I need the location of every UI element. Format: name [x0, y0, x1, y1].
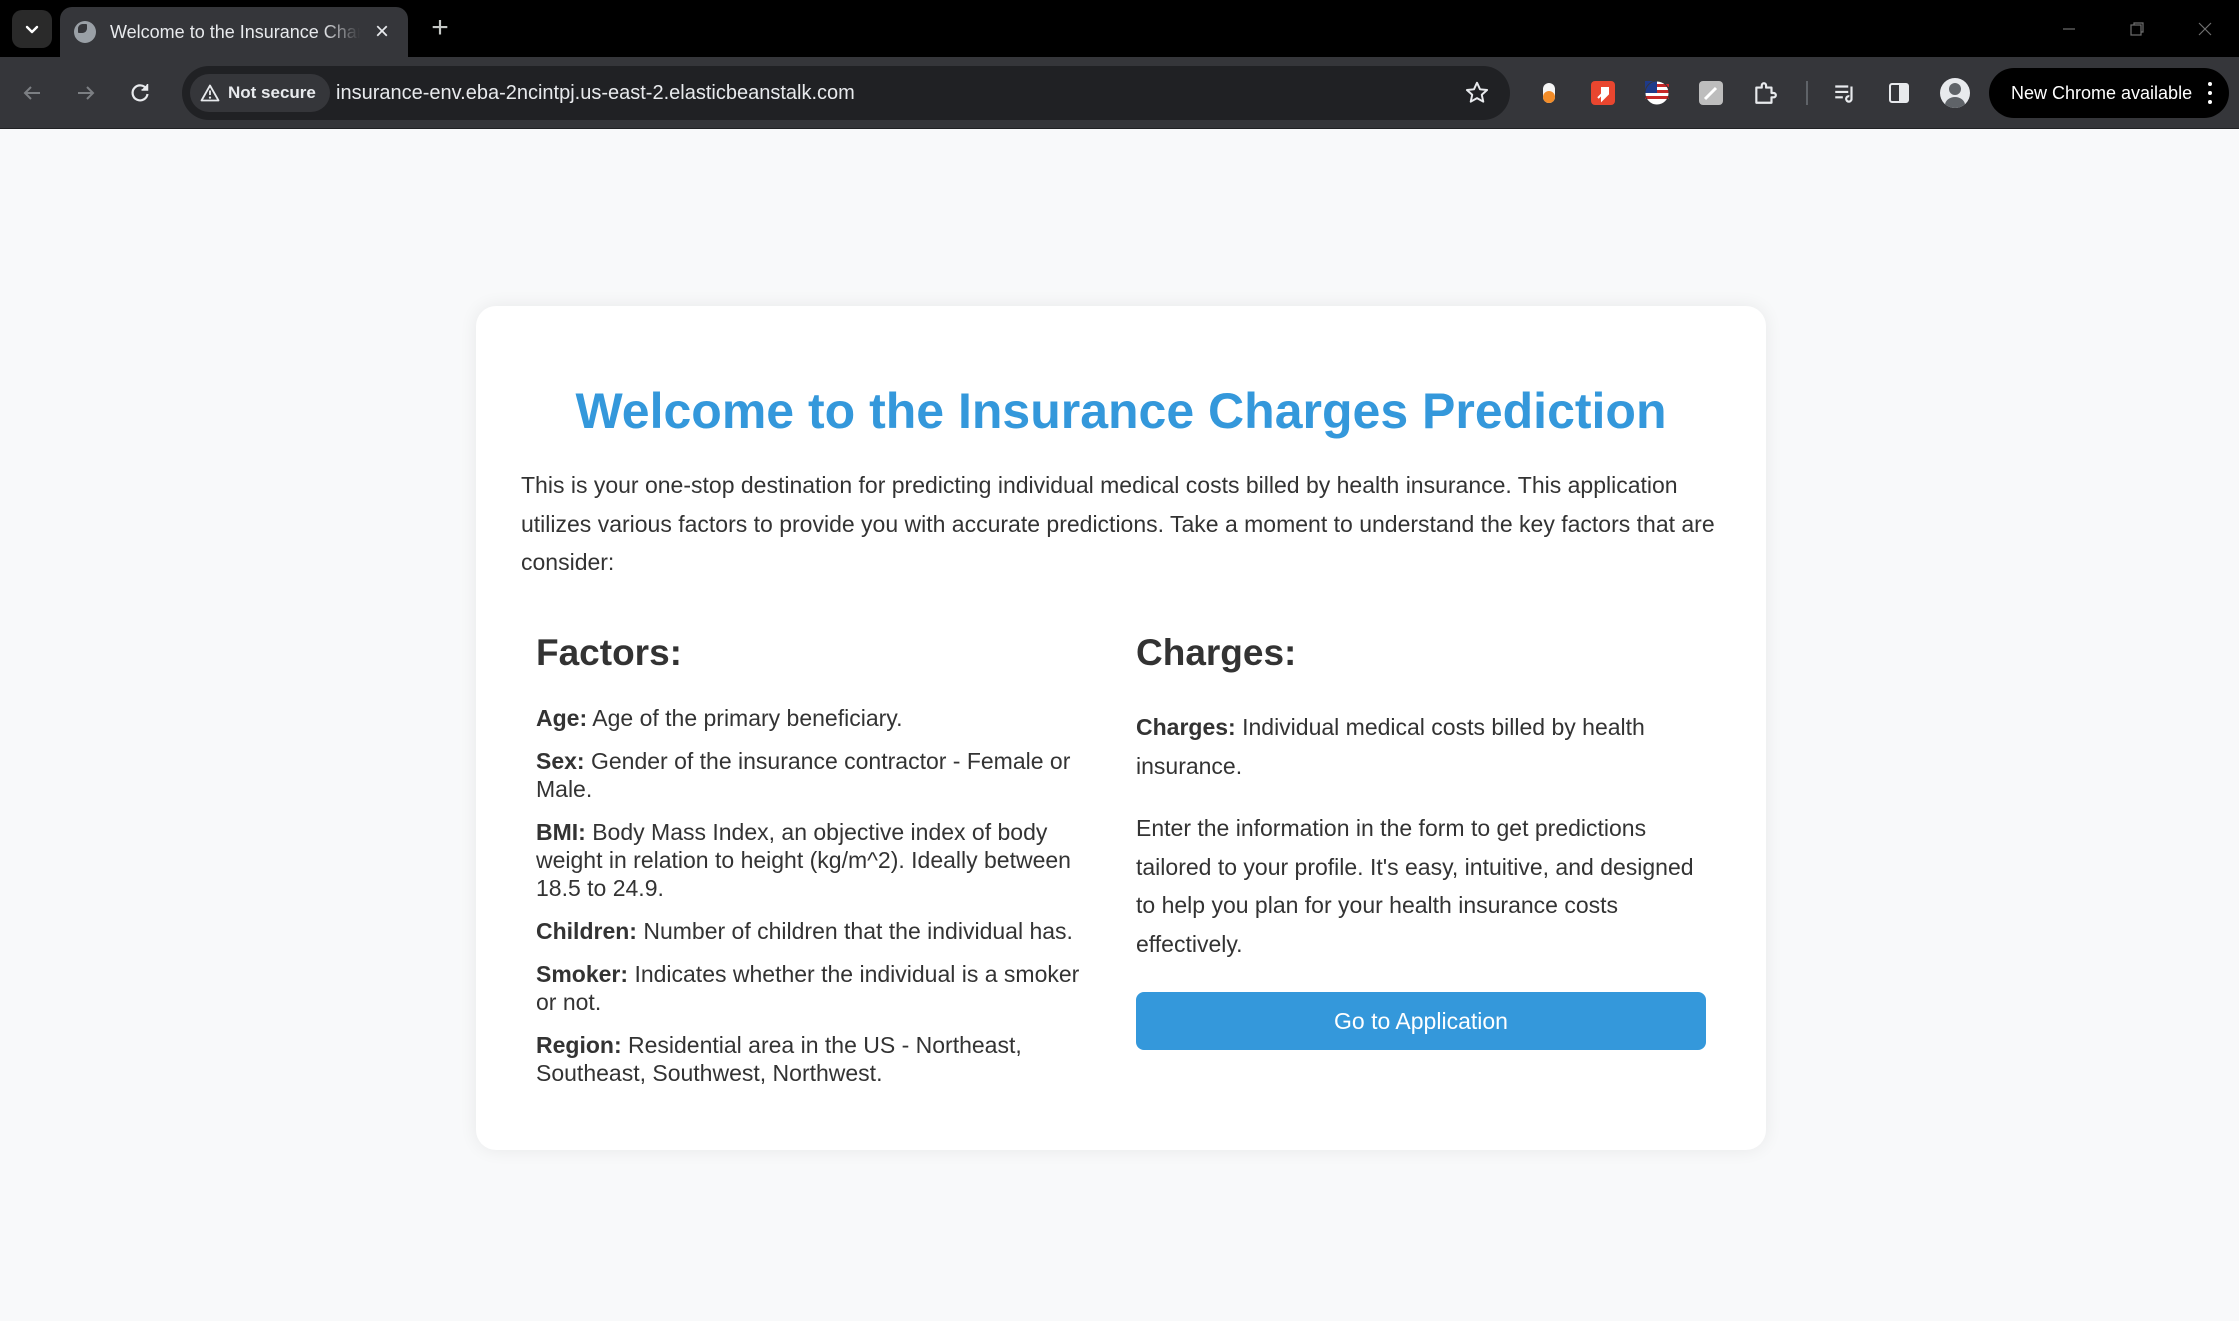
factor-label: Children:	[536, 918, 637, 944]
factor-bmi: BMI: Body Mass Index, an objective index…	[536, 818, 1096, 902]
forward-button[interactable]	[66, 73, 106, 113]
security-chip[interactable]: Not secure	[190, 74, 330, 112]
charges-description: Charges: Individual medical costs billed…	[1136, 708, 1706, 785]
address-bar[interactable]: Not secure insurance-env.eba-2ncintpj.us…	[182, 66, 1510, 120]
factor-label: Sex:	[536, 748, 585, 774]
profile-avatar[interactable]	[1940, 78, 1970, 108]
minimize-icon[interactable]	[2035, 0, 2103, 57]
window-controls	[2035, 0, 2239, 57]
arrow-right-icon	[78, 86, 95, 100]
factor-label: Age:	[536, 705, 588, 731]
factor-text: Gender of the insurance contractor - Fem…	[536, 748, 1071, 802]
tab-strip: Welcome to the Insurance Charges Predict…	[0, 0, 2239, 57]
factor-text: Number of children that the individual h…	[643, 918, 1073, 944]
tab-close-icon[interactable]: ×	[370, 20, 394, 44]
security-label: Not secure	[228, 83, 316, 102]
globe-icon	[74, 21, 96, 43]
side-panel-icon[interactable]	[1884, 78, 1914, 108]
factor-label: Smoker:	[536, 961, 629, 987]
extensions-puzzle-icon[interactable]	[1750, 78, 1780, 108]
restore-icon[interactable]	[2103, 0, 2171, 57]
chrome-update-button[interactable]: New Chrome available	[1989, 68, 2229, 118]
reload-button[interactable]	[120, 73, 160, 113]
charges-section: Charges: Charges: Individual medical cos…	[1136, 632, 1706, 963]
factor-children: Children: Number of children that the in…	[536, 917, 1096, 945]
extension-capsule-icon[interactable]	[1534, 78, 1564, 108]
intro-paragraph: This is your one-stop destination for pr…	[521, 472, 1715, 575]
media-controls-icon[interactable]	[1830, 78, 1860, 108]
welcome-card: Welcome to the Insurance Charges Predict…	[476, 306, 1766, 1150]
more-menu-icon[interactable]	[2207, 82, 2213, 104]
factor-label: BMI:	[536, 819, 586, 845]
warning-triangle-icon	[200, 84, 220, 102]
page-title: Welcome to the Insurance Charges Predict…	[575, 383, 1667, 439]
factors-section: Factors: Age: Age of the primary benefic…	[536, 632, 1096, 1102]
factors-heading: Factors:	[536, 632, 682, 673]
toolbar-separator	[1806, 81, 1808, 105]
browser-toolbar: Not secure insurance-env.eba-2ncintpj.us…	[0, 57, 2239, 129]
factor-smoker: Smoker: Indicates whether the individual…	[536, 960, 1096, 1016]
charges-label: Charges:	[1136, 714, 1236, 740]
factors-list: Age: Age of the primary beneficiary. Sex…	[536, 704, 1096, 1087]
url-text[interactable]: insurance-env.eba-2ncintpj.us-east-2.ela…	[336, 66, 855, 120]
factor-sex: Sex: Gender of the insurance contractor …	[536, 747, 1096, 803]
active-tab[interactable]: Welcome to the Insurance Charges Predict…	[60, 7, 408, 57]
extension-pencil-icon[interactable]	[1696, 78, 1726, 108]
star-icon[interactable]	[1462, 78, 1492, 108]
arrow-left-icon	[23, 86, 40, 100]
extension-rocket-icon[interactable]	[1588, 78, 1618, 108]
factor-label: Region:	[536, 1032, 622, 1058]
charges-heading: Charges:	[1136, 632, 1297, 673]
info-paragraph: Enter the information in the form to get…	[1136, 815, 1694, 957]
tab-title: Welcome to the Insurance Charges Predict…	[110, 21, 360, 42]
tab-search-button[interactable]	[12, 10, 52, 48]
factor-text: Age of the primary beneficiary.	[592, 705, 903, 731]
factor-age: Age: Age of the primary beneficiary.	[536, 704, 1096, 732]
extension-us-flag-icon[interactable]	[1642, 78, 1672, 108]
close-window-icon[interactable]	[2171, 0, 2239, 57]
back-button[interactable]	[12, 73, 52, 113]
go-to-application-button[interactable]: Go to Application	[1136, 992, 1706, 1050]
chevron-down-icon	[25, 25, 39, 34]
factor-region: Region: Residential area in the US - Nor…	[536, 1031, 1096, 1087]
update-label: New Chrome available	[2011, 82, 2193, 103]
reload-icon	[131, 84, 149, 102]
factor-text: Body Mass Index, an objective index of b…	[536, 819, 1071, 901]
new-tab-button[interactable]: +	[422, 10, 458, 46]
